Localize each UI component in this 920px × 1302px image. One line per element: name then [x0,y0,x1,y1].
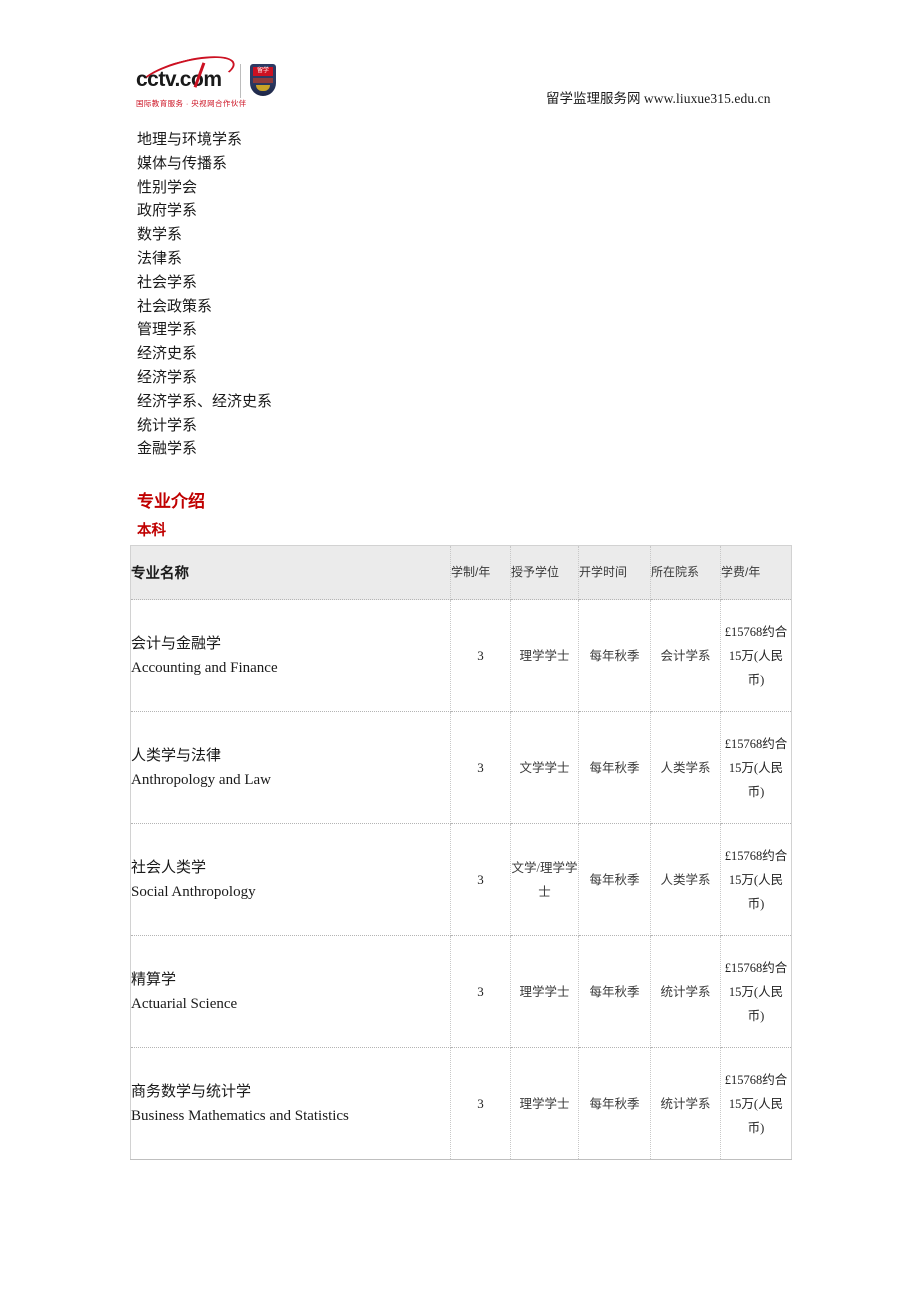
major-name-en: Social Anthropology [131,883,256,900]
cell-degree: 理学学士 [510,1047,579,1160]
column-header-start: 开学时间 [578,545,651,600]
logo-divider [240,64,241,98]
majors-table: 专业名称 学制/年 授予学位 开学时间 所在院系 学费/年 会计与金融学 Acc… [130,545,792,1160]
cell-major-name: 会计与金融学 Accounting and Finance [130,599,451,712]
cell-start: 每年秋季 [578,935,651,1048]
column-header-name: 专业名称 [130,545,451,600]
list-item: 经济史系 [137,346,198,363]
cell-major-name: 精算学 Actuarial Science [130,935,451,1048]
cell-start: 每年秋季 [578,711,651,824]
major-name-en: Accounting and Finance [131,659,278,676]
list-item: 社会政策系 [137,298,213,315]
document-page: cctv.com 留学 国际教育服务 · 央视网合作伙伴 留学监理服务网 www… [0,0,920,1302]
logo-wordmark-row: cctv.com 留学 [135,48,280,102]
major-name-cn: 社会人类学 [131,859,207,876]
cell-major-name: 商务数学与统计学 Business Mathematics and Statis… [130,1047,451,1160]
cell-degree: 理学学士 [510,599,579,712]
list-item: 性别学会 [137,179,198,196]
table-body: 会计与金融学 Accounting and Finance 3 理学学士 每年秋… [130,599,792,1160]
cell-start: 每年秋季 [578,1047,651,1160]
major-name-cn: 商务数学与统计学 [131,1083,252,1100]
shield-label: 留学 [253,67,273,76]
list-item: 经济学系、经济史系 [137,393,273,410]
cell-department: 会计学系 [650,599,721,712]
list-item: 社会学系 [137,274,198,291]
table-row: 精算学 Actuarial Science 3 理学学士 每年秋季 统计学系 £… [130,935,792,1048]
column-header-department: 所在院系 [650,545,721,600]
major-name-en: Business Mathematics and Statistics [131,1107,349,1124]
table-row: 会计与金融学 Accounting and Finance 3 理学学士 每年秋… [130,599,792,712]
table-header: 专业名称 学制/年 授予学位 开学时间 所在院系 学费/年 [130,545,792,600]
cell-tuition: £15768约合 15万(人民币) [720,599,792,712]
cell-tuition: £15768约合 15万(人民币) [720,935,792,1048]
table-row: 社会人类学 Social Anthropology 3 文学/理学学士 每年秋季… [130,823,792,936]
list-item: 经济学系 [137,369,198,386]
table-header-row: 专业名称 学制/年 授予学位 开学时间 所在院系 学费/年 [130,545,792,600]
cell-years: 3 [450,711,511,824]
major-name-cn: 精算学 [131,971,177,988]
column-header-years: 学制/年 [450,545,511,600]
cell-tuition: £15768约合 15万(人民币) [720,711,792,824]
major-name-cn: 会计与金融学 [131,635,222,652]
cell-degree: 文学学士 [510,711,579,824]
department-list: 地理与环境学系 媒体与传播系 性别学会 政府学系 数学系 法律系 社会学系 社会… [137,129,637,462]
cell-years: 3 [450,823,511,936]
list-item: 法律系 [137,250,183,267]
logo-wordmark: cctv.com [136,67,222,91]
section-heading-major-intro: 专业介绍 [137,492,205,511]
column-header-degree: 授予学位 [510,545,579,600]
major-name-en: Anthropology and Law [131,771,271,788]
cell-start: 每年秋季 [578,823,651,936]
site-credit: 留学监理服务网 www.liuxue315.edu.cn [546,92,771,106]
list-item: 媒体与传播系 [137,155,228,172]
cell-degree: 文学/理学学士 [510,823,579,936]
list-item: 数学系 [137,227,183,244]
cell-department: 人类学系 [650,823,721,936]
cell-department: 统计学系 [650,1047,721,1160]
cell-major-name: 社会人类学 Social Anthropology [130,823,451,936]
study-abroad-shield-icon: 留学 [250,64,276,96]
site-name: 留学监理服务网 [546,91,641,106]
cell-tuition: £15768约合 15万(人民币) [720,823,792,936]
list-item: 统计学系 [137,417,198,434]
shield-base [256,85,270,91]
cctv-logo: cctv.com 留学 国际教育服务 · 央视网合作伙伴 [135,48,280,112]
cell-start: 每年秋季 [578,599,651,712]
major-name-en: Actuarial Science [131,995,238,1012]
list-item: 地理与环境学系 [137,132,243,148]
cell-tuition: £15768约合 15万(人民币) [720,1047,792,1160]
section-heading-undergraduate: 本科 [137,523,166,539]
page-header: cctv.com 留学 国际教育服务 · 央视网合作伙伴 留学监理服务网 www… [0,0,920,122]
cell-years: 3 [450,1047,511,1160]
cell-years: 3 [450,599,511,712]
shield-band [253,78,273,83]
list-item: 金融学系 [137,441,198,458]
cell-major-name: 人类学与法律 Anthropology and Law [130,711,451,824]
list-item: 政府学系 [137,203,198,220]
cell-department: 统计学系 [650,935,721,1048]
site-url: www.liuxue315.edu.cn [643,91,771,106]
cell-department: 人类学系 [650,711,721,824]
column-header-tuition: 学费/年 [720,545,792,600]
logo-tagline: 国际教育服务 · 央视网合作伙伴 [136,99,247,108]
table-row: 商务数学与统计学 Business Mathematics and Statis… [130,1047,792,1160]
table-row: 人类学与法律 Anthropology and Law 3 文学学士 每年秋季 … [130,711,792,824]
cell-degree: 理学学士 [510,935,579,1048]
major-name-cn: 人类学与法律 [131,747,222,764]
list-item: 管理学系 [137,322,198,339]
cell-years: 3 [450,935,511,1048]
